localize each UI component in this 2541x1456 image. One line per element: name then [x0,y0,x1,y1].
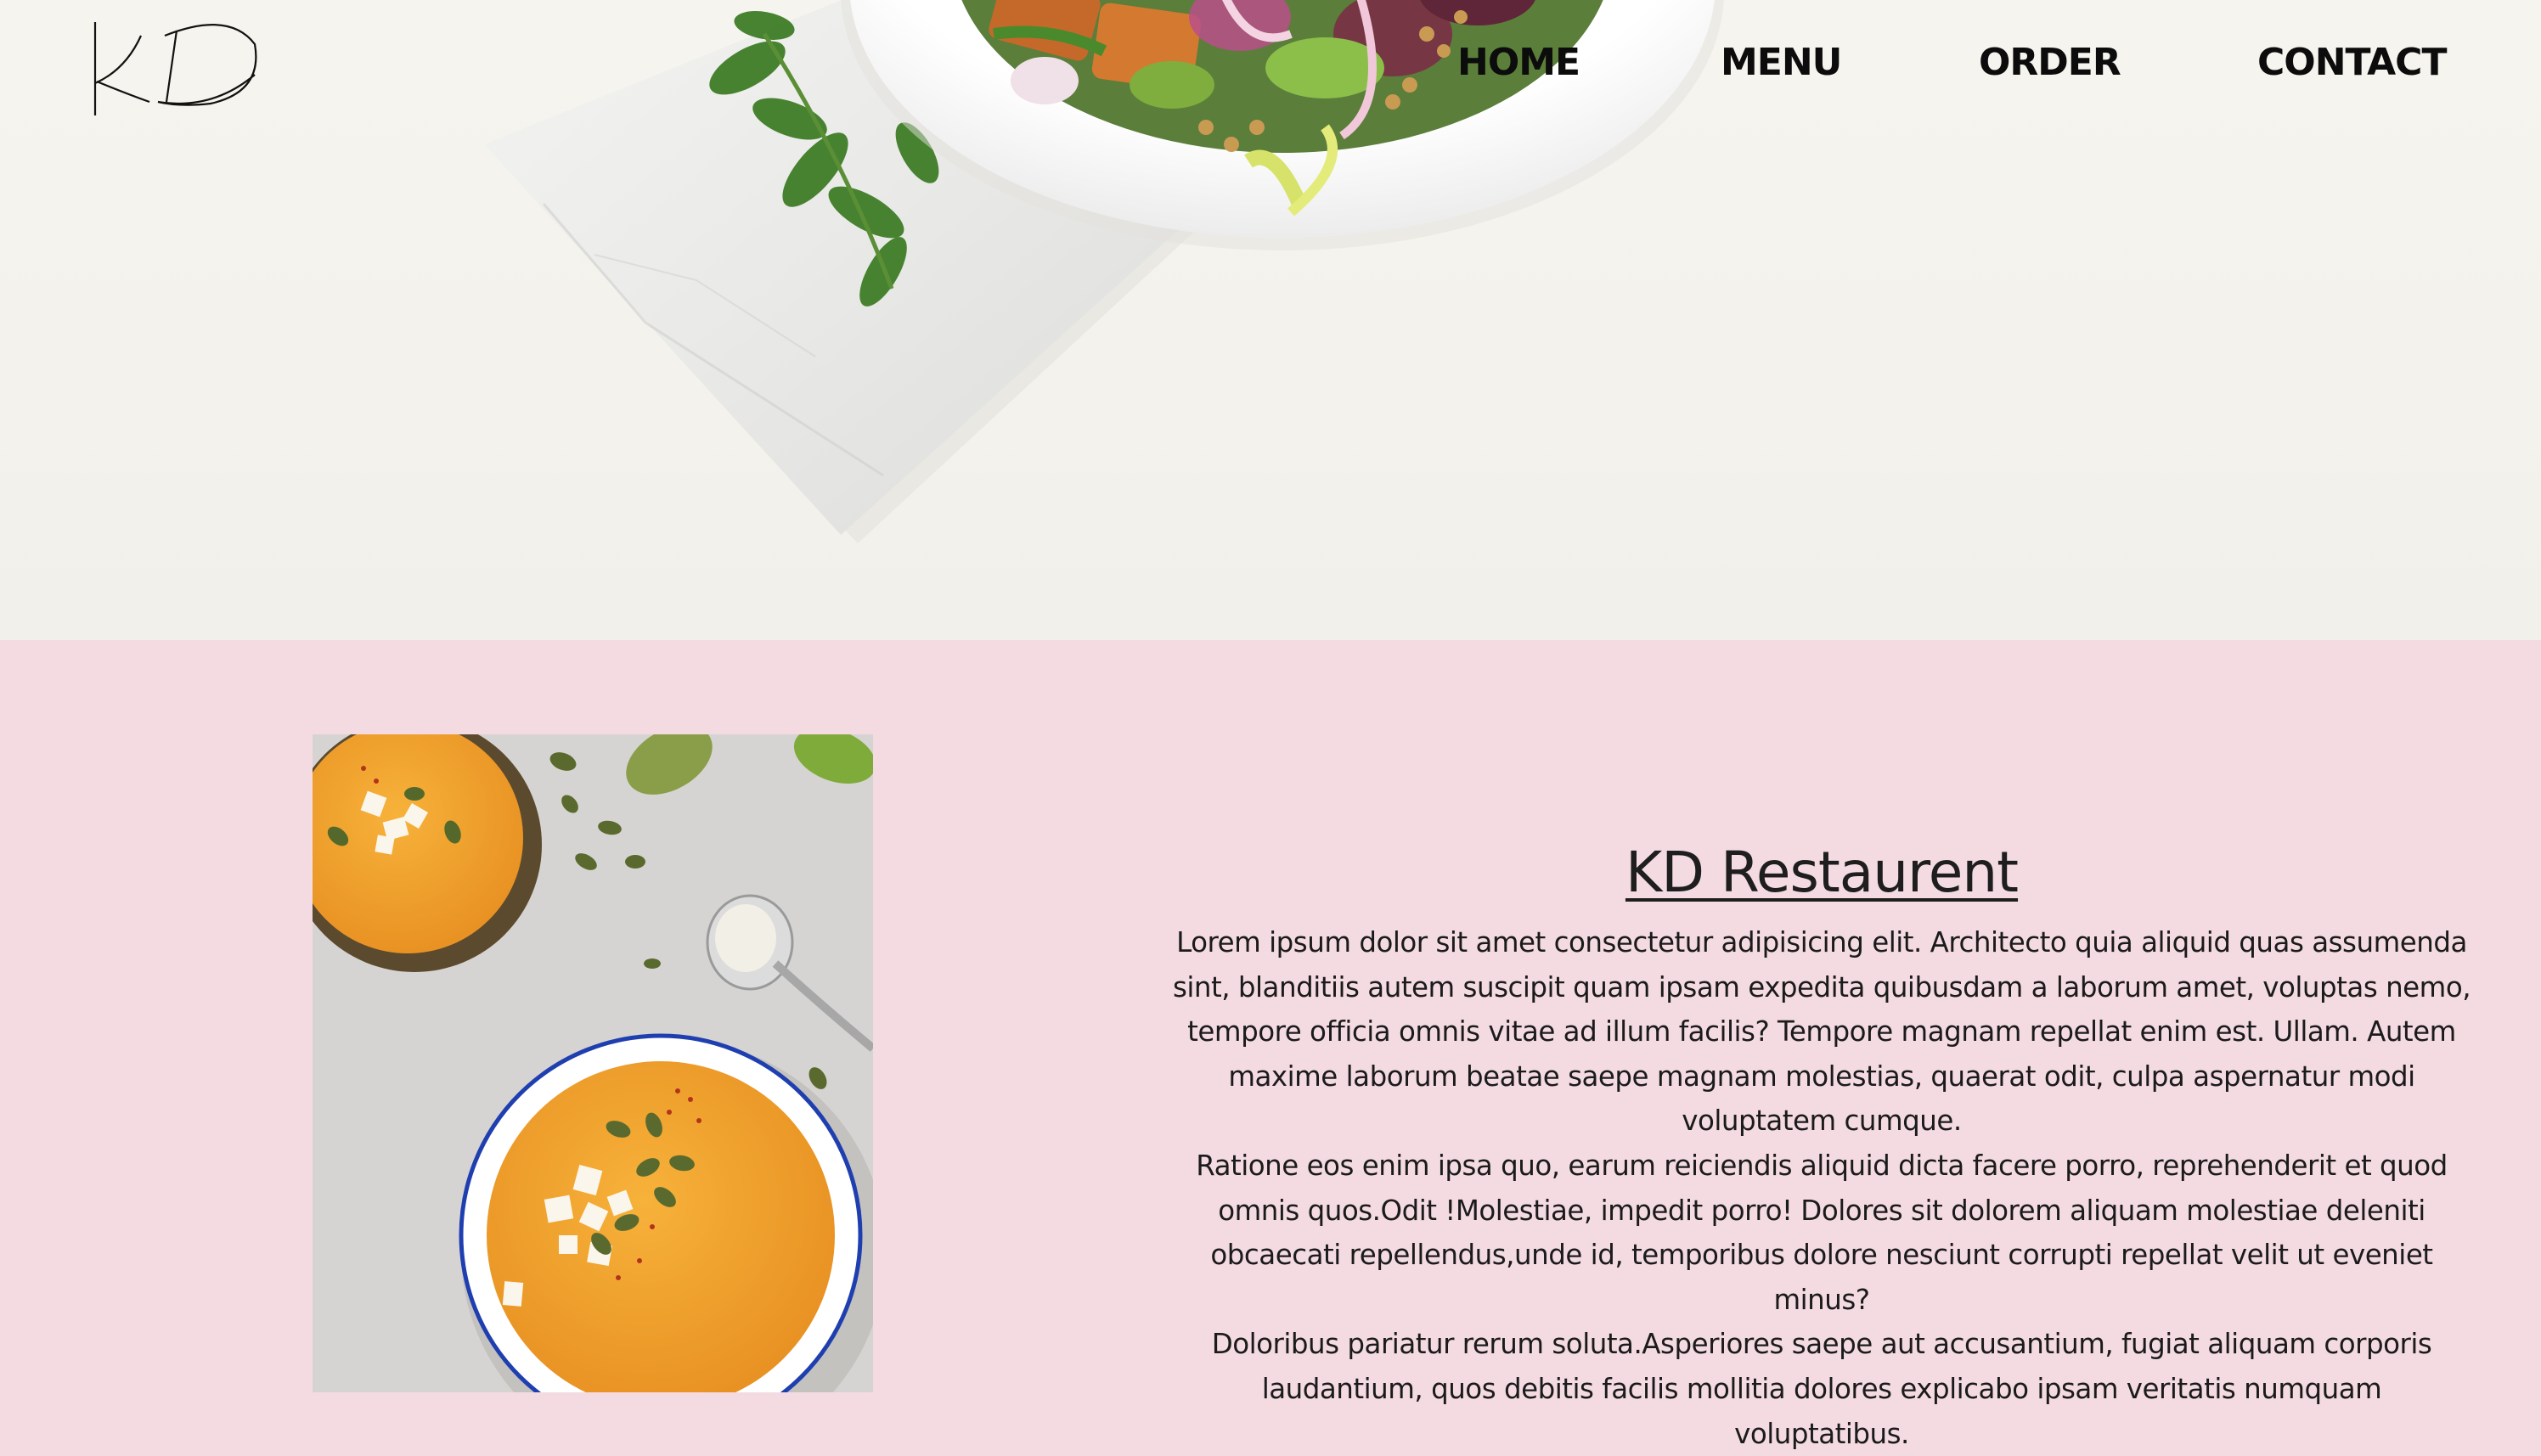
about-paragraph-2: Ratione eos enim ipsa quo, earum reicien… [1196,1149,2448,1316]
nav-order[interactable]: ORDER [1979,39,2121,87]
nav-home[interactable]: HOME [1457,39,1580,87]
about-text-block: KD Restaurent Lorem ipsum dolor sit amet… [1172,837,2471,1456]
hero-banner: HOME MENU ORDER CONTACT [0,0,2541,640]
nav-menu[interactable]: MENU [1721,39,1842,87]
nav-contact[interactable]: CONTACT [2257,39,2447,87]
restaurant-title: KD Restaurent [1625,840,2019,905]
salad-hero-image [484,0,1724,543]
about-paragraph-3: Doloribus pariatur rerum soluta.Asperior… [1211,1328,2432,1450]
about-section: KD Restaurent Lorem ipsum dolor sit amet… [0,640,2541,1450]
about-paragraph-1: Lorem ipsum dolor sit amet consectetur a… [1172,926,2471,1138]
main-nav: HOME MENU ORDER CONTACT [0,39,2541,90]
soup-photo [313,734,873,1392]
